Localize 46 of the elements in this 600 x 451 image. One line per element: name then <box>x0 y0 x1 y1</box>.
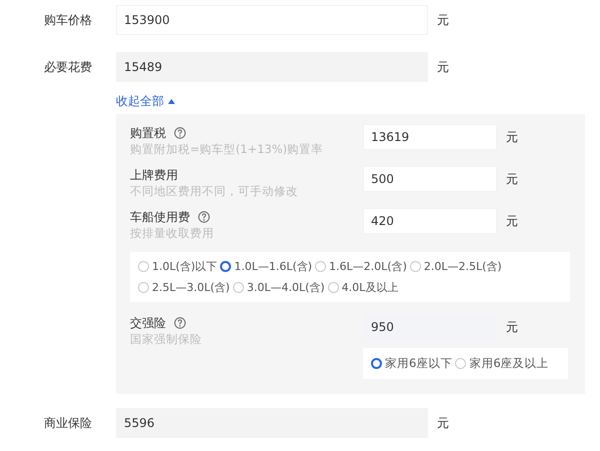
help-icon[interactable] <box>174 317 186 329</box>
option-label: 1.0L—1.6L(含) <box>234 259 312 274</box>
option-label: 1.0L(含)以下 <box>152 259 218 274</box>
amount-field[interactable]: 153900 <box>116 5 428 35</box>
option-label: 4.0L及以上 <box>342 280 398 295</box>
unit-label: 元 <box>506 128 518 146</box>
unit-label: 元 <box>506 318 518 336</box>
radio-option[interactable]: 2.0L—2.5L(含) <box>410 257 502 276</box>
help-icon[interactable] <box>174 127 186 139</box>
option-label: 家用6座及以上 <box>469 356 549 371</box>
radio-option[interactable]: 家用6座以下 <box>371 354 452 373</box>
option-label: 3.0L—4.0L(含) <box>246 280 325 295</box>
amount-field[interactable]: 420 <box>363 208 497 234</box>
unit-label: 元 <box>506 170 518 188</box>
fee-label: 上牌费用 <box>130 166 178 184</box>
field-label: 购车价格 <box>43 12 93 28</box>
radio-option[interactable]: 2.5L—3.0L(含) <box>138 278 230 297</box>
fee-hint: 不同地区费用不同，可手动修改 <box>130 184 298 199</box>
field-label: 必要花费 <box>43 58 93 76</box>
fee-label: 购置税 <box>130 124 166 142</box>
option-label: 2.0L—2.5L(含) <box>424 259 502 274</box>
fee-label: 交强险 <box>130 314 166 332</box>
unit-label: 元 <box>506 212 518 230</box>
fee-label: 车船使用费 <box>130 208 190 226</box>
radio-option[interactable]: 1.0L(含)以下 <box>138 257 218 276</box>
radio-option[interactable]: 1.6L—2.0L(含) <box>315 257 407 276</box>
amount-field[interactable]: 15489 <box>116 52 428 82</box>
option-label: 家用6座以下 <box>385 356 452 371</box>
field-label: 商业保险 <box>43 414 93 432</box>
amount-field[interactable]: 500 <box>363 166 497 192</box>
amount-field[interactable]: 13619 <box>363 124 497 150</box>
help-icon[interactable] <box>198 211 210 223</box>
radio-option[interactable]: 1.0L—1.6L(含) <box>220 257 312 276</box>
unit-label: 元 <box>437 58 449 76</box>
radio-option[interactable]: 4.0L及以上 <box>328 278 398 297</box>
fee-hint: 购置附加税=购车型(1+13%)购置率 <box>130 142 324 157</box>
radio-option[interactable]: 家用6座及以上 <box>455 354 549 373</box>
radio-option[interactable]: 3.0L—4.0L(含) <box>232 278 325 297</box>
collapse-all-link[interactable]: 收起全部 <box>116 92 164 110</box>
amount-field[interactable]: 5596 <box>116 408 428 438</box>
option-label: 2.5L—3.0L(含) <box>152 280 230 295</box>
fee-hint: 按排量收取费用 <box>130 226 214 241</box>
unit-label: 元 <box>437 12 449 28</box>
option-label: 1.6L—2.0L(含) <box>329 259 407 274</box>
unit-label: 元 <box>437 414 449 432</box>
fee-hint: 国家强制保险 <box>130 332 202 347</box>
